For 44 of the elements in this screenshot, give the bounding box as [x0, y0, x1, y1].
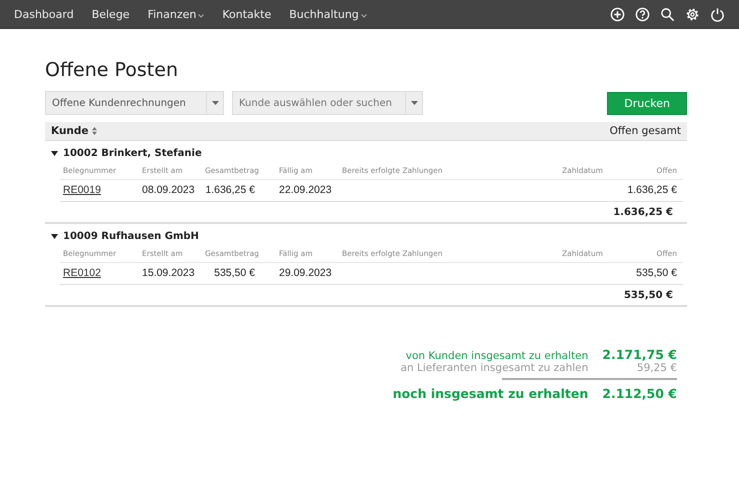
search-icon[interactable] — [660, 6, 675, 22]
customer-search-field[interactable]: Kunde auswählen oder suchen — [232, 91, 423, 115]
nav-item[interactable]: Finanzen — [148, 8, 196, 20]
table-cell-text: 535,50 € — [635, 267, 678, 279]
summary-label: noch insgesamt zu erhalten — [392, 385, 588, 401]
sort-icon[interactable] — [92, 127, 97, 135]
summary-label: an Lieferanten insgesamt zu zahlen — [400, 362, 588, 374]
summary-value: 2.112,50 € — [602, 385, 677, 401]
group-total: 535,50 € — [624, 290, 673, 301]
collapse-icon[interactable] — [51, 234, 58, 239]
filter-input[interactable]: Offene Kundenrechnungen — [46, 92, 206, 114]
table-cell-text: 15.09.2023 — [141, 267, 196, 279]
table-cell-text: 1.636,25 € — [205, 184, 256, 196]
dropdown-arrow-icon[interactable] — [212, 101, 218, 105]
nav-item[interactable]: Belege — [92, 8, 130, 20]
invoice-link[interactable]: RE0102 — [63, 267, 101, 279]
dropdown-arrow-icon[interactable] — [410, 101, 418, 105]
table-cell-text: 29.09.2023 — [278, 267, 333, 279]
help-icon[interactable] — [635, 6, 650, 22]
nav-item[interactable]: Kontakte — [222, 8, 272, 20]
customer-name: 10009 Rufhausen GmbH — [63, 231, 199, 242]
caret-icon[interactable] — [198, 14, 204, 18]
customer-name: 10002 Brinkert, Stefanie — [63, 148, 202, 159]
search-input[interactable]: Kunde auswählen oder suchen — [233, 92, 405, 114]
collapse-icon[interactable] — [51, 151, 58, 156]
summary-label: von Kunden insgesamt zu erhalten — [404, 350, 588, 362]
settings-icon[interactable] — [685, 6, 700, 22]
invoice-link[interactable]: RE0019 — [63, 184, 101, 196]
table-cell-text: 08.09.2023 — [141, 184, 196, 196]
table-cell-text: 22.09.2023 — [278, 184, 333, 196]
table-cell-text: 535,50 € — [213, 267, 256, 279]
power-icon[interactable] — [710, 6, 725, 22]
nav-item[interactable]: Buchhaltung — [289, 8, 359, 20]
table-cell-text: 1.636,25 € — [626, 184, 678, 196]
group-total: 1.636,25 € — [613, 207, 673, 218]
page-title: Offene Posten — [45, 59, 179, 81]
summary-value: 2.171,75 € — [602, 347, 677, 362]
add-icon[interactable] — [610, 6, 625, 22]
column-header: Offen gesamt — [610, 125, 681, 137]
filter-dropdown[interactable]: Offene Kundenrechnungen — [45, 91, 224, 115]
nav-item[interactable]: Dashboard — [14, 8, 74, 20]
caret-icon[interactable] — [360, 14, 367, 18]
summary-value: 59,25 € — [636, 362, 677, 374]
column-header[interactable]: Kunde — [51, 125, 89, 137]
